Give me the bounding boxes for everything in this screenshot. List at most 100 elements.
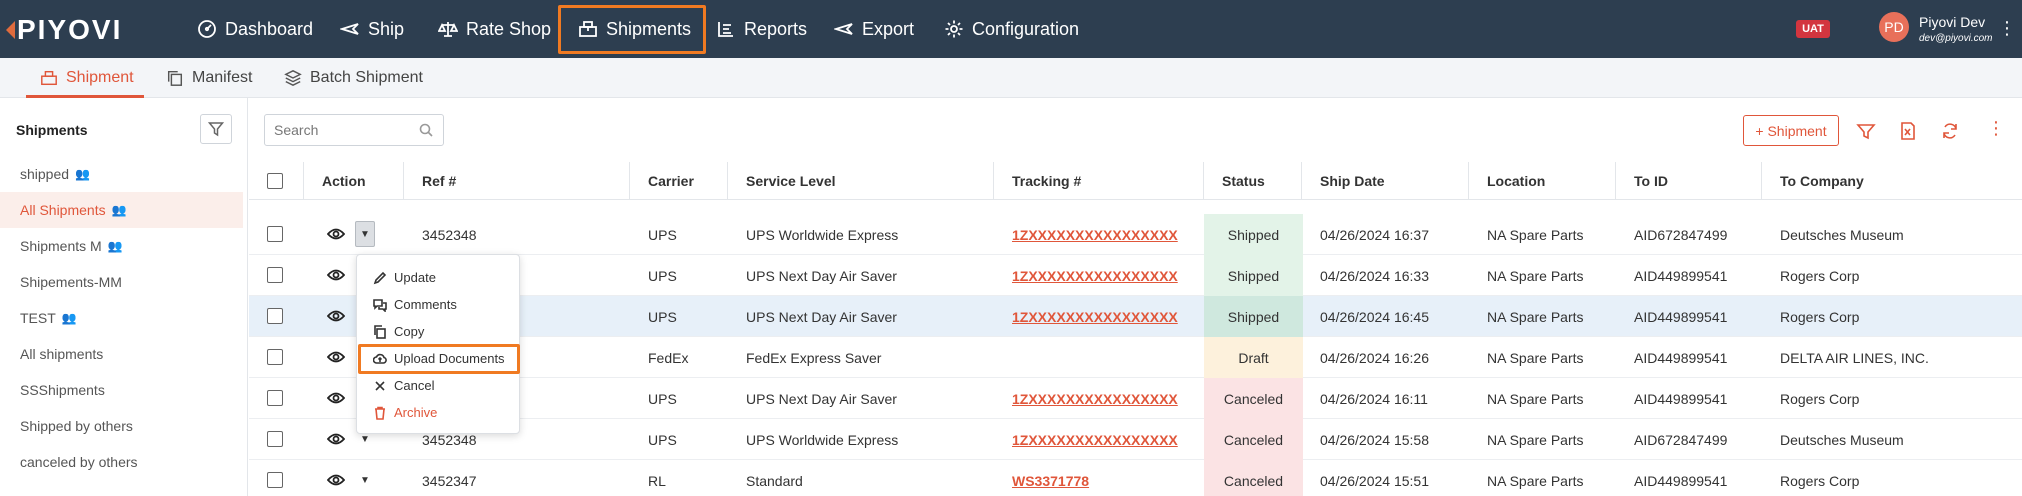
table-row[interactable]: ▼ 3452347 RL Standard WS3371778 Canceled…	[249, 460, 2022, 496]
close-icon	[375, 380, 385, 391]
cell-location: NA Spare Parts	[1487, 308, 1584, 325]
sidebar-filter-button[interactable]	[200, 114, 232, 144]
search-icon[interactable]	[419, 123, 433, 137]
sidebar-item-test[interactable]: TEST 👥	[0, 300, 243, 336]
menu-item-update[interactable]: Update	[357, 264, 521, 291]
col-to-company[interactable]: To Company	[1780, 162, 1864, 200]
sidebar-item-shipped-by-others[interactable]: Shipped by others	[0, 408, 243, 444]
cell-tracking-link[interactable]: 1ZXXXXXXXXXXXXXXXX	[1012, 255, 1178, 296]
col-service-level[interactable]: Service Level	[746, 162, 836, 200]
tab-shipment[interactable]: Shipment	[40, 58, 134, 98]
nav-dashboard[interactable]: Dashboard	[197, 0, 313, 58]
cell-ref: 3452348	[422, 226, 477, 243]
col-ship-date[interactable]: Ship Date	[1320, 162, 1385, 200]
add-shipment-button[interactable]: + Shipment	[1743, 115, 1839, 146]
cell-location: NA Spare Parts	[1487, 349, 1584, 366]
col-to-id[interactable]: To ID	[1634, 162, 1668, 200]
nav-ship[interactable]: Ship	[340, 0, 404, 58]
row-checkbox[interactable]	[267, 472, 283, 488]
col-status[interactable]: Status	[1222, 162, 1265, 200]
action-dropdown-toggle[interactable]: ▼	[358, 469, 372, 491]
col-ref[interactable]: Ref #	[422, 162, 456, 200]
dashboard-icon	[198, 20, 216, 38]
col-location[interactable]: Location	[1487, 162, 1545, 200]
refresh-icon[interactable]	[1940, 121, 1960, 141]
avatar[interactable]: PD	[1879, 12, 1909, 42]
col-carrier[interactable]: Carrier	[648, 162, 694, 200]
cell-tracking-link[interactable]: 1ZXXXXXXXXXXXXXXXX	[1012, 419, 1178, 460]
cell-location: NA Spare Parts	[1487, 267, 1584, 284]
menu-item-copy[interactable]: Copy	[357, 318, 521, 345]
view-eye-icon[interactable]	[323, 468, 349, 492]
row-checkbox[interactable]	[267, 349, 283, 365]
cell-service: FedEx Express Saver	[746, 349, 882, 366]
cell-carrier: UPS	[648, 267, 677, 284]
more-vertical-icon[interactable]: ⋮	[1986, 118, 2006, 138]
action-dropdown-toggle[interactable]: ▼	[355, 221, 375, 247]
cell-ship-date: 04/26/2024 16:26	[1320, 349, 1429, 366]
gear-icon	[945, 20, 963, 38]
view-eye-icon[interactable]	[323, 222, 349, 246]
row-checkbox[interactable]	[267, 267, 283, 283]
nav-export[interactable]: Export	[834, 0, 914, 58]
excel-export-icon[interactable]	[1898, 121, 1918, 141]
cell-tracking-link[interactable]: 1ZXXXXXXXXXXXXXXXX	[1012, 214, 1178, 255]
nav-rate-shop[interactable]: Rate Shop	[438, 0, 551, 58]
cell-carrier: UPS	[648, 226, 677, 243]
sidebar-item-all-shipments[interactable]: All Shipments 👥	[0, 192, 243, 228]
filter-list-icon[interactable]	[1856, 121, 1876, 141]
tab-batch-shipment[interactable]: Batch Shipment	[284, 58, 423, 98]
column-divider	[1615, 162, 1616, 200]
row-checkbox[interactable]	[267, 226, 283, 242]
cell-service: UPS Next Day Air Saver	[746, 390, 897, 407]
table-row[interactable]: ▼ 3452348 UPS UPS Worldwide Express 1ZXX…	[249, 214, 2022, 255]
cell-service: UPS Next Day Air Saver	[746, 267, 897, 284]
cell-tracking-link[interactable]: 1ZXXXXXXXXXXXXXXXX	[1012, 296, 1178, 337]
scale-icon	[438, 22, 458, 37]
sidebar-item-shipements-mm[interactable]: Shipements-MM	[0, 264, 243, 300]
cell-ref: 3452347	[422, 472, 477, 489]
row-checkbox[interactable]	[267, 431, 283, 447]
nav-configuration[interactable]: Configuration	[944, 0, 1079, 58]
menu-item-comments[interactable]: Comments	[357, 291, 521, 318]
cell-company: Rogers Corp	[1780, 472, 1860, 489]
user-name[interactable]: Piyovi Dev	[1919, 14, 1985, 30]
status-badge: Shipped	[1204, 214, 1303, 255]
cell-to-id: AID449899541	[1634, 349, 1728, 366]
logo[interactable]: PIYOVI	[6, 14, 122, 46]
view-eye-icon[interactable]	[323, 304, 349, 328]
cell-carrier: RL	[648, 472, 666, 489]
sidebar-item-shipments-m[interactable]: Shipments M 👥	[0, 228, 243, 264]
cell-location: NA Spare Parts	[1487, 226, 1584, 243]
col-action[interactable]: Action	[322, 162, 366, 200]
menu-item-archive[interactable]: Archive	[357, 399, 521, 426]
more-vertical-icon[interactable]: ⋮	[1998, 18, 2016, 39]
status-badge: Shipped	[1204, 255, 1303, 296]
select-all-checkbox[interactable]	[267, 173, 283, 189]
table-header: Action Ref # Carrier Service Level Track…	[249, 162, 2022, 200]
cell-company: Deutsches Museum	[1780, 226, 1904, 243]
row-checkbox[interactable]	[267, 390, 283, 406]
nav-reports[interactable]: Reports	[716, 0, 807, 58]
column-divider	[1761, 162, 1762, 200]
col-tracking[interactable]: Tracking #	[1012, 162, 1081, 200]
cell-tracking-link[interactable]: 1ZXXXXXXXXXXXXXXXX	[1012, 378, 1178, 419]
tab-manifest[interactable]: Manifest	[166, 58, 252, 98]
cell-tracking-link[interactable]: WS3371778	[1012, 460, 1089, 496]
sidebar-item-canceled-by-others[interactable]: canceled by others	[0, 444, 243, 480]
view-eye-icon[interactable]	[323, 386, 349, 410]
view-eye-icon[interactable]	[323, 345, 349, 369]
column-divider	[629, 162, 630, 200]
comments-icon	[373, 298, 387, 312]
cell-ship-date: 04/26/2024 16:37	[1320, 226, 1429, 243]
sidebar-item-ssshipments[interactable]: SSShipments	[0, 372, 243, 408]
sidebar-item-shipped[interactable]: shipped 👥	[0, 156, 243, 192]
row-checkbox[interactable]	[267, 308, 283, 324]
column-divider	[727, 162, 728, 200]
view-eye-icon[interactable]	[323, 263, 349, 287]
menu-item-cancel[interactable]: Cancel	[357, 372, 521, 399]
search-input[interactable]	[274, 122, 414, 138]
sub-tabs: Shipment Manifest Batch Shipment	[0, 58, 2022, 98]
sidebar-item-all-shipments-lower[interactable]: All shipments	[0, 336, 243, 372]
view-eye-icon[interactable]	[323, 427, 349, 451]
